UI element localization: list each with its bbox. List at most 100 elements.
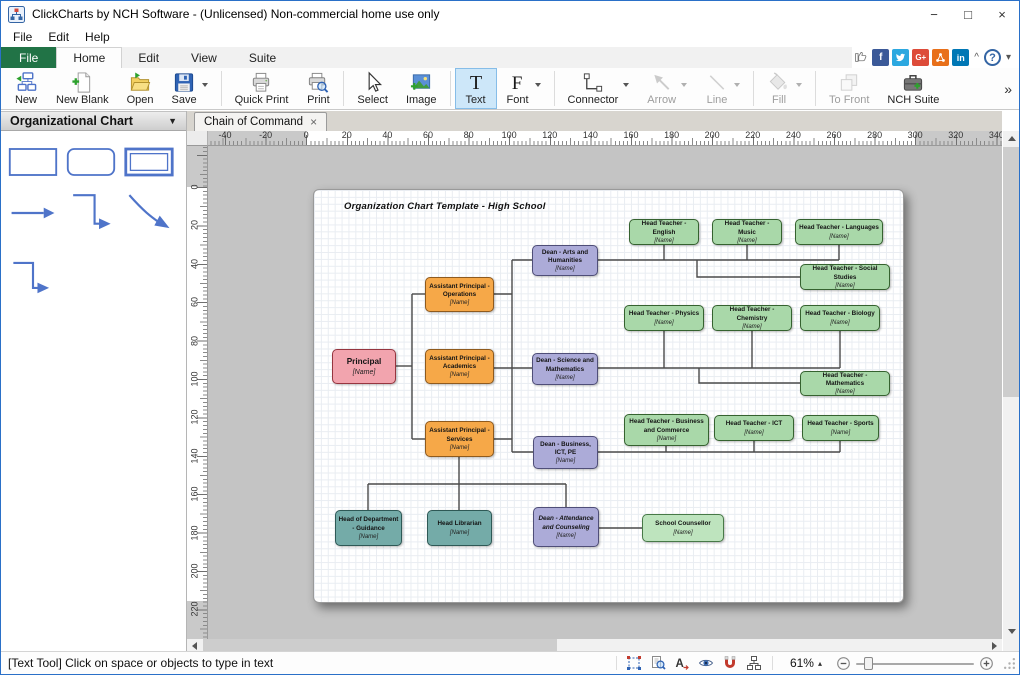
elbow-arrow-down-stencil[interactable] <box>4 247 62 313</box>
document-tab[interactable]: Chain of Command × <box>194 112 327 131</box>
twitter-icon[interactable] <box>892 49 909 66</box>
connector-line[interactable] <box>699 368 800 383</box>
chart-layout-icon[interactable] <box>745 655 764 672</box>
connector-line[interactable] <box>697 260 800 277</box>
ribbon-tab-home[interactable]: Home <box>56 47 122 68</box>
chart-node-school-counsellor[interactable]: School Counsellor[Name] <box>642 514 724 542</box>
chart-node-ap-operations[interactable]: Assistant Principal - Operations[Name] <box>425 277 494 312</box>
zoom-in-button[interactable] <box>979 656 994 671</box>
scroll-up-icon[interactable] <box>1003 131 1020 146</box>
dropdown-caret-icon[interactable] <box>734 83 740 87</box>
tab-close-icon[interactable]: × <box>310 117 317 127</box>
curved-arrow-stencil[interactable] <box>120 181 178 247</box>
menu-file[interactable]: File <box>5 28 40 46</box>
zoom-level[interactable]: 61%▴ <box>790 656 822 670</box>
chart-node-dean-business[interactable]: Dean - Business, ICT, PE[Name] <box>533 436 598 469</box>
save-label: Save <box>172 94 197 107</box>
vertical-scroll-thumb[interactable] <box>1003 147 1020 397</box>
ribbon-menu-caret-icon[interactable]: ▾ <box>1004 52 1013 63</box>
dropdown-caret-icon[interactable] <box>202 83 208 87</box>
minimize-button[interactable]: − <box>917 1 951 27</box>
open-button[interactable]: Open <box>118 68 163 109</box>
ribbon-tab-file[interactable]: File <box>1 47 56 68</box>
rectangle-stencil[interactable] <box>4 139 62 181</box>
menu-edit[interactable]: Edit <box>40 28 77 46</box>
chart-node-ht-ict[interactable]: Head Teacher - ICT[Name] <box>714 415 794 441</box>
maximize-button[interactable]: □ <box>951 1 985 27</box>
chart-node-principal[interactable]: Principal[Name] <box>332 349 396 384</box>
arrow-button[interactable]: Arrow <box>638 68 696 109</box>
quick-print-button[interactable]: Quick Print <box>226 68 298 109</box>
zoom-slider-thumb[interactable] <box>864 657 873 670</box>
chart-node-ht-sports[interactable]: Head Teacher - Sports[Name] <box>802 415 879 441</box>
chart-node-dean-attendance[interactable]: Dean - Attendance and Counseling[Name] <box>533 507 599 547</box>
chart-node-ap-academics[interactable]: Assistant Principal - Academics[Name] <box>425 349 494 384</box>
print-button[interactable]: Print <box>297 68 339 109</box>
canvas[interactable]: Organization Chart Template - High Schoo… <box>208 146 1002 639</box>
node-label: Assistant Principal - Academics <box>428 355 491 371</box>
chevron-down-icon[interactable]: ▼ <box>168 116 177 126</box>
chart-node-hod-guidance[interactable]: Head of Department - Guidance[Name] <box>335 510 402 546</box>
text-button[interactable]: TText <box>455 68 497 109</box>
ribbon-tab-edit[interactable]: Edit <box>122 47 175 68</box>
double-border-rectangle-stencil[interactable] <box>120 139 178 181</box>
chart-node-ht-mathematics[interactable]: Head Teacher - Mathematics[Name] <box>800 371 890 396</box>
new-button[interactable]: New <box>5 68 47 109</box>
nch-suite-button[interactable]: NCH Suite <box>878 68 948 109</box>
like-icon[interactable] <box>852 49 869 66</box>
line-button[interactable]: Line <box>696 68 749 109</box>
ribbon-tab-view[interactable]: View <box>175 47 233 68</box>
visibility-icon[interactable] <box>697 655 716 672</box>
chart-node-head-librarian[interactable]: Head Librarian[Name] <box>427 510 492 546</box>
facebook-icon[interactable]: f <box>872 49 889 66</box>
chart-node-ht-english[interactable]: Head Teacher - English[Name] <box>629 219 699 245</box>
image-button[interactable]: Image <box>397 68 446 109</box>
text-snap-icon[interactable]: A <box>673 655 692 672</box>
chart-node-ht-physics[interactable]: Head Teacher - Physics[Name] <box>624 305 704 331</box>
chart-node-ht-chemistry[interactable]: Head Teacher - Chemistry[Name] <box>712 305 792 331</box>
chart-node-ht-biology[interactable]: Head Teacher - Biology[Name] <box>800 305 880 331</box>
vertical-scrollbar[interactable] <box>1003 131 1020 639</box>
chart-title[interactable]: Organization Chart Template - High Schoo… <box>344 201 546 212</box>
chart-node-ht-languages[interactable]: Head Teacher - Languages[Name] <box>795 219 883 245</box>
save-button[interactable]: Save <box>163 68 217 109</box>
to-front-button[interactable]: To Front <box>820 68 878 109</box>
toolbar-overflow-button[interactable]: » <box>997 81 1019 97</box>
fill-button[interactable]: Fill <box>758 68 811 109</box>
select-button[interactable]: Select <box>348 68 397 109</box>
node-label: Assistant Principal - Operations <box>428 283 491 299</box>
connector-button[interactable]: Connector <box>559 68 639 109</box>
straight-arrow-stencil[interactable] <box>4 181 62 247</box>
scroll-down-icon[interactable] <box>1003 624 1020 639</box>
chart-node-ap-services[interactable]: Assistant Principal - Services[Name] <box>425 421 494 457</box>
close-button[interactable]: × <box>985 1 1019 27</box>
ruler-label-h: 120 <box>542 131 557 140</box>
help-icon[interactable]: ? <box>984 49 1001 66</box>
elbow-arrow-stencil[interactable] <box>62 181 120 247</box>
fit-selection-icon[interactable] <box>625 655 644 672</box>
nch-share-icon[interactable] <box>932 49 949 66</box>
ribbon-tab-suite[interactable]: Suite <box>233 47 292 68</box>
menu-help[interactable]: Help <box>77 28 118 46</box>
chart-node-ht-business-commerce[interactable]: Head Teacher - Business and Commerce[Nam… <box>624 414 709 446</box>
ribbon-collapse-icon[interactable]: ^ <box>972 52 981 63</box>
document-page[interactable]: Organization Chart Template - High Schoo… <box>313 189 904 603</box>
zoom-page-icon[interactable] <box>649 655 668 672</box>
chart-node-dean-arts[interactable]: Dean - Arts and Humanities[Name] <box>532 245 598 276</box>
new-blank-button[interactable]: New Blank <box>47 68 118 109</box>
dropdown-caret-icon[interactable] <box>623 83 629 87</box>
dropdown-caret-icon[interactable] <box>796 83 802 87</box>
zoom-out-button[interactable] <box>836 656 851 671</box>
magnet-snap-icon[interactable] <box>721 655 740 672</box>
linkedin-icon[interactable]: in <box>952 49 969 66</box>
chart-node-ht-music[interactable]: Head Teacher - Music[Name] <box>712 219 782 245</box>
font-button[interactable]: FFont <box>497 68 550 109</box>
dropdown-caret-icon[interactable] <box>681 83 687 87</box>
googleplus-icon[interactable]: G+ <box>912 49 929 66</box>
rounded-rectangle-stencil[interactable] <box>62 139 120 181</box>
chart-node-ht-social-studies[interactable]: Head Teacher - Social Studies[Name] <box>800 264 890 290</box>
shapes-panel-header[interactable]: Organizational Chart ▼ <box>1 111 186 131</box>
chart-node-dean-science[interactable]: Dean - Science and Mathematics[Name] <box>532 353 598 385</box>
dropdown-caret-icon[interactable] <box>535 83 541 87</box>
zoom-slider[interactable] <box>856 656 974 671</box>
